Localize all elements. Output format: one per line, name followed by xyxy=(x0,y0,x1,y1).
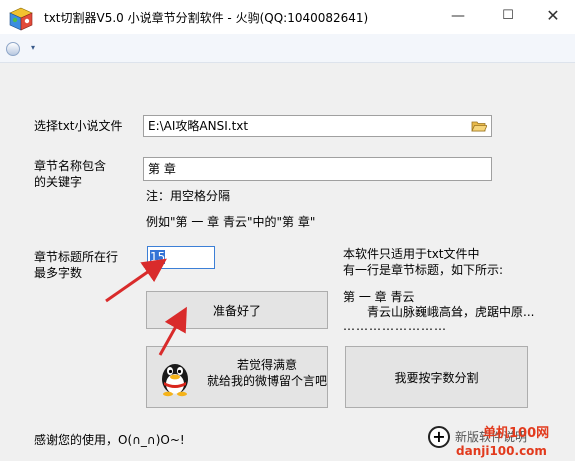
info-line1: 本软件只适用于txt文件中 xyxy=(343,247,480,261)
weibo-button-line2: 就给我的微博留个言吧 xyxy=(207,374,328,388)
app-cube-icon xyxy=(9,7,33,31)
thanks-text: 感谢您的使用，O(∩_∩)O~! xyxy=(34,433,185,447)
minimize-button[interactable]: — xyxy=(435,0,481,32)
keyword-note: 注：用空格分隔 xyxy=(146,189,231,203)
keyword-example: 例如"第 一 章 青云"中的"第 章" xyxy=(146,215,316,229)
watermark-url: danji100.com xyxy=(456,444,547,458)
file-path-field[interactable]: E:\AI攻略ANSI.txt xyxy=(143,115,492,137)
close-button[interactable]: ✕ xyxy=(530,0,575,32)
weibo-button-line1: 若觉得满意 xyxy=(236,358,297,372)
watermark-plus-icon: + xyxy=(428,426,450,448)
maxchars-label-line2: 最多字数 xyxy=(34,266,83,280)
maxchars-input[interactable]: 15 xyxy=(147,246,215,269)
maxchars-value: 15 xyxy=(150,250,166,264)
title-bar: txt切割器V5.0 小说章节分割软件 - 火驹(QQ:1040082641) … xyxy=(0,0,575,34)
sample-title: 第 一 章 青云 xyxy=(343,290,415,304)
keyword-input[interactable]: 第 章 xyxy=(143,157,492,181)
toolbar: ▾ xyxy=(0,34,575,63)
main-panel: 选择txt小说文件 E:\AI攻略ANSI.txt 章节名称包含 的关键字 第 … xyxy=(6,82,569,457)
weibo-button[interactable]: 若觉得满意 就给我的微博留个言吧 xyxy=(146,346,328,408)
file-label: 选择txt小说文件 xyxy=(34,119,123,133)
split-by-chars-button[interactable]: 我要按字数分割 xyxy=(345,346,528,408)
watermark-logo: 新版软件说明 + 单机100网 danji100.com xyxy=(425,420,575,461)
dropdown-arrow-icon[interactable]: ▾ xyxy=(31,43,35,52)
window-title: txt切割器V5.0 小说章节分割软件 - 火驹(QQ:1040082641) xyxy=(44,11,369,25)
open-folder-icon[interactable] xyxy=(471,119,487,132)
qq-penguin-icon xyxy=(162,364,188,397)
keyword-label-line2: 的关键字 xyxy=(34,175,83,189)
maxchars-label-line1: 章节标题所在行 xyxy=(34,250,119,264)
watermark-text: 单机100网 xyxy=(483,426,550,441)
ready-button[interactable]: 准备好了 xyxy=(146,291,328,329)
info-line2: 有一行是章节标题，如下所示: xyxy=(343,263,504,277)
sample-dots: …………………… xyxy=(343,319,447,333)
keyword-label-line1: 章节名称包含 xyxy=(34,159,107,173)
menu-orb-icon[interactable] xyxy=(6,42,20,56)
maximize-button[interactable]: ☐ xyxy=(485,0,531,32)
file-path-value: E:\AI攻略ANSI.txt xyxy=(148,119,249,133)
